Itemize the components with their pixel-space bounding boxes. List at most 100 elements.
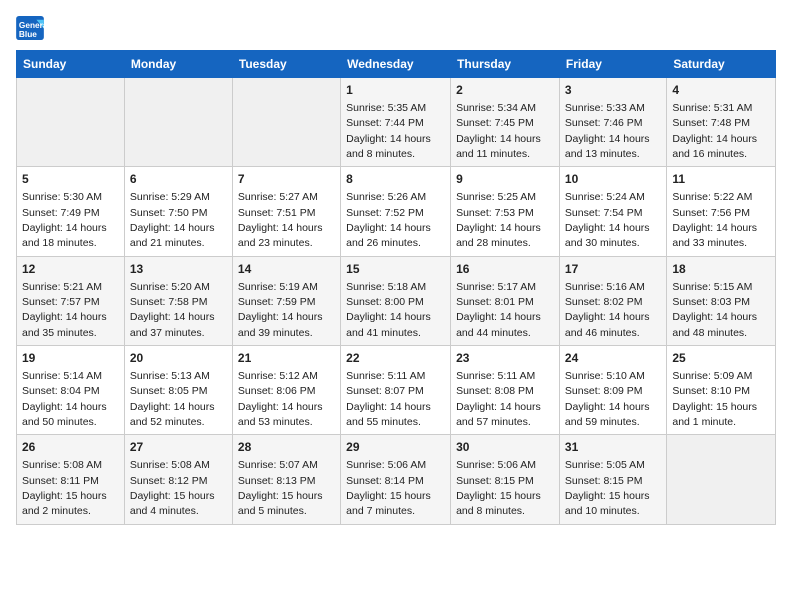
day-number: 26 <box>22 439 119 456</box>
day-number: 16 <box>456 261 554 278</box>
day-detail: Sunrise: 5:29 AM Sunset: 7:50 PM Dayligh… <box>130 191 215 249</box>
day-number: 28 <box>238 439 335 456</box>
day-detail: Sunrise: 5:08 AM Sunset: 8:12 PM Dayligh… <box>130 459 215 517</box>
calendar-cell: 14Sunrise: 5:19 AM Sunset: 7:59 PM Dayli… <box>232 256 340 345</box>
calendar-week-row: 12 Sunrise: 5:21 AM Sunset: 7:57 PM Dayli… <box>17 256 776 345</box>
calendar-cell: 1 Sunrise: 5:35 AM Sunset: 7:44 PM Daylig… <box>341 78 451 167</box>
calendar-cell: 17 Sunrise: 5:16 AM Sunset: 8:02 PM Dayli… <box>559 256 666 345</box>
day-detail: Sunrise: 5:35 AM Sunset: 7:44 PM Dayligh… <box>346 102 431 160</box>
calendar-cell: 15 Sunrise: 5:18 AM Sunset: 8:00 PM Dayli… <box>341 256 451 345</box>
day-number: 17 <box>565 261 661 278</box>
calendar-cell <box>232 78 340 167</box>
header-saturday: Saturday <box>667 51 776 78</box>
svg-text:Blue: Blue <box>19 29 37 39</box>
day-number: 23 <box>456 350 554 367</box>
day-number: 9 <box>456 171 554 188</box>
header: General Blue <box>16 16 776 40</box>
calendar-cell: 4Sunrise: 5:31 AM Sunset: 7:48 PM Daylig… <box>667 78 776 167</box>
day-detail: Sunrise: 5:15 AM Sunset: 8:03 PM Dayligh… <box>672 281 757 339</box>
calendar-cell: 31 Sunrise: 5:05 AM Sunset: 8:15 PM Dayli… <box>559 435 666 524</box>
day-number: 2 <box>456 82 554 99</box>
day-number: 25 <box>672 350 770 367</box>
day-detail: Sunrise: 5:17 AM Sunset: 8:01 PM Dayligh… <box>456 281 541 339</box>
day-detail: Sunrise: 5:08 AM Sunset: 8:11 PM Dayligh… <box>22 459 107 517</box>
day-detail: Sunrise: 5:11 AM Sunset: 8:07 PM Dayligh… <box>346 370 431 428</box>
day-detail: Sunrise: 5:34 AM Sunset: 7:45 PM Dayligh… <box>456 102 541 160</box>
day-detail: Sunrise: 5:16 AM Sunset: 8:02 PM Dayligh… <box>565 281 650 339</box>
day-number: 29 <box>346 439 445 456</box>
header-monday: Monday <box>124 51 232 78</box>
day-detail: Sunrise: 5:24 AM Sunset: 7:54 PM Dayligh… <box>565 191 650 249</box>
calendar-cell: 20Sunrise: 5:13 AM Sunset: 8:05 PM Dayli… <box>124 346 232 435</box>
calendar-cell: 5Sunrise: 5:30 AM Sunset: 7:49 PM Daylig… <box>17 167 125 256</box>
header-sunday: Sunday <box>17 51 125 78</box>
day-detail: Sunrise: 5:20 AM Sunset: 7:58 PM Dayligh… <box>130 281 215 339</box>
day-detail: Sunrise: 5:07 AM Sunset: 8:13 PM Dayligh… <box>238 459 323 517</box>
header-tuesday: Tuesday <box>232 51 340 78</box>
header-wednesday: Wednesday <box>341 51 451 78</box>
day-number: 8 <box>346 171 445 188</box>
day-detail: Sunrise: 5:33 AM Sunset: 7:46 PM Dayligh… <box>565 102 650 160</box>
calendar-cell <box>667 435 776 524</box>
day-detail: Sunrise: 5:13 AM Sunset: 8:05 PM Dayligh… <box>130 370 215 428</box>
day-detail: Sunrise: 5:12 AM Sunset: 8:06 PM Dayligh… <box>238 370 323 428</box>
day-number: 4 <box>672 82 770 99</box>
calendar-week-row: 5Sunrise: 5:30 AM Sunset: 7:49 PM Daylig… <box>17 167 776 256</box>
calendar-cell: 13 Sunrise: 5:20 AM Sunset: 7:58 PM Dayli… <box>124 256 232 345</box>
calendar-cell: 18 Sunrise: 5:15 AM Sunset: 8:03 PM Dayli… <box>667 256 776 345</box>
day-number: 5 <box>22 171 119 188</box>
calendar-cell: 12 Sunrise: 5:21 AM Sunset: 7:57 PM Dayli… <box>17 256 125 345</box>
day-number: 19 <box>22 350 119 367</box>
calendar-cell: 7 Sunrise: 5:27 AM Sunset: 7:51 PM Daylig… <box>232 167 340 256</box>
day-number: 6 <box>130 171 227 188</box>
day-number: 12 <box>22 261 119 278</box>
calendar-cell: 19 Sunrise: 5:14 AM Sunset: 8:04 PM Dayli… <box>17 346 125 435</box>
day-number: 31 <box>565 439 661 456</box>
calendar-cell: 11 Sunrise: 5:22 AM Sunset: 7:56 PM Dayli… <box>667 167 776 256</box>
calendar-week-row: 1 Sunrise: 5:35 AM Sunset: 7:44 PM Daylig… <box>17 78 776 167</box>
day-detail: Sunrise: 5:06 AM Sunset: 8:14 PM Dayligh… <box>346 459 431 517</box>
calendar-cell: 27 Sunrise: 5:08 AM Sunset: 8:12 PM Dayli… <box>124 435 232 524</box>
calendar-cell: 23 Sunrise: 5:11 AM Sunset: 8:08 PM Dayli… <box>451 346 560 435</box>
calendar-cell: 10 Sunrise: 5:24 AM Sunset: 7:54 PM Dayli… <box>559 167 666 256</box>
calendar-cell: 24Sunrise: 5:10 AM Sunset: 8:09 PM Dayli… <box>559 346 666 435</box>
calendar-cell <box>124 78 232 167</box>
day-number: 22 <box>346 350 445 367</box>
day-number: 11 <box>672 171 770 188</box>
day-number: 3 <box>565 82 661 99</box>
day-detail: Sunrise: 5:26 AM Sunset: 7:52 PM Dayligh… <box>346 191 431 249</box>
calendar-week-row: 26 Sunrise: 5:08 AM Sunset: 8:11 PM Dayli… <box>17 435 776 524</box>
calendar-cell: 25 Sunrise: 5:09 AM Sunset: 8:10 PM Dayli… <box>667 346 776 435</box>
day-detail: Sunrise: 5:22 AM Sunset: 7:56 PM Dayligh… <box>672 191 757 249</box>
day-detail: Sunrise: 5:11 AM Sunset: 8:08 PM Dayligh… <box>456 370 541 428</box>
calendar-cell: 9 Sunrise: 5:25 AM Sunset: 7:53 PM Daylig… <box>451 167 560 256</box>
calendar-cell: 30 Sunrise: 5:06 AM Sunset: 8:15 PM Dayli… <box>451 435 560 524</box>
calendar-cell: 3 Sunrise: 5:33 AM Sunset: 7:46 PM Daylig… <box>559 78 666 167</box>
day-detail: Sunrise: 5:27 AM Sunset: 7:51 PM Dayligh… <box>238 191 323 249</box>
day-detail: Sunrise: 5:14 AM Sunset: 8:04 PM Dayligh… <box>22 370 107 428</box>
calendar-cell: 8 Sunrise: 5:26 AM Sunset: 7:52 PM Daylig… <box>341 167 451 256</box>
day-detail: Sunrise: 5:18 AM Sunset: 8:00 PM Dayligh… <box>346 281 431 339</box>
calendar-cell: 29 Sunrise: 5:06 AM Sunset: 8:14 PM Dayli… <box>341 435 451 524</box>
day-number: 1 <box>346 82 445 99</box>
calendar-header-row: SundayMondayTuesdayWednesdayThursdayFrid… <box>17 51 776 78</box>
day-detail: Sunrise: 5:05 AM Sunset: 8:15 PM Dayligh… <box>565 459 650 517</box>
calendar-cell <box>17 78 125 167</box>
day-number: 27 <box>130 439 227 456</box>
day-number: 30 <box>456 439 554 456</box>
header-friday: Friday <box>559 51 666 78</box>
day-number: 18 <box>672 261 770 278</box>
calendar-cell: 26 Sunrise: 5:08 AM Sunset: 8:11 PM Dayli… <box>17 435 125 524</box>
day-detail: Sunrise: 5:19 AM Sunset: 7:59 PM Dayligh… <box>238 281 323 339</box>
calendar-cell: 22 Sunrise: 5:11 AM Sunset: 8:07 PM Dayli… <box>341 346 451 435</box>
day-number: 7 <box>238 171 335 188</box>
day-number: 10 <box>565 171 661 188</box>
day-detail: Sunrise: 5:10 AM Sunset: 8:09 PM Dayligh… <box>565 370 650 428</box>
day-detail: Sunrise: 5:09 AM Sunset: 8:10 PM Dayligh… <box>672 370 757 428</box>
day-number: 15 <box>346 261 445 278</box>
day-number: 13 <box>130 261 227 278</box>
day-detail: Sunrise: 5:25 AM Sunset: 7:53 PM Dayligh… <box>456 191 541 249</box>
logo: General Blue <box>16 16 44 40</box>
day-detail: Sunrise: 5:21 AM Sunset: 7:57 PM Dayligh… <box>22 281 107 339</box>
day-detail: Sunrise: 5:06 AM Sunset: 8:15 PM Dayligh… <box>456 459 541 517</box>
